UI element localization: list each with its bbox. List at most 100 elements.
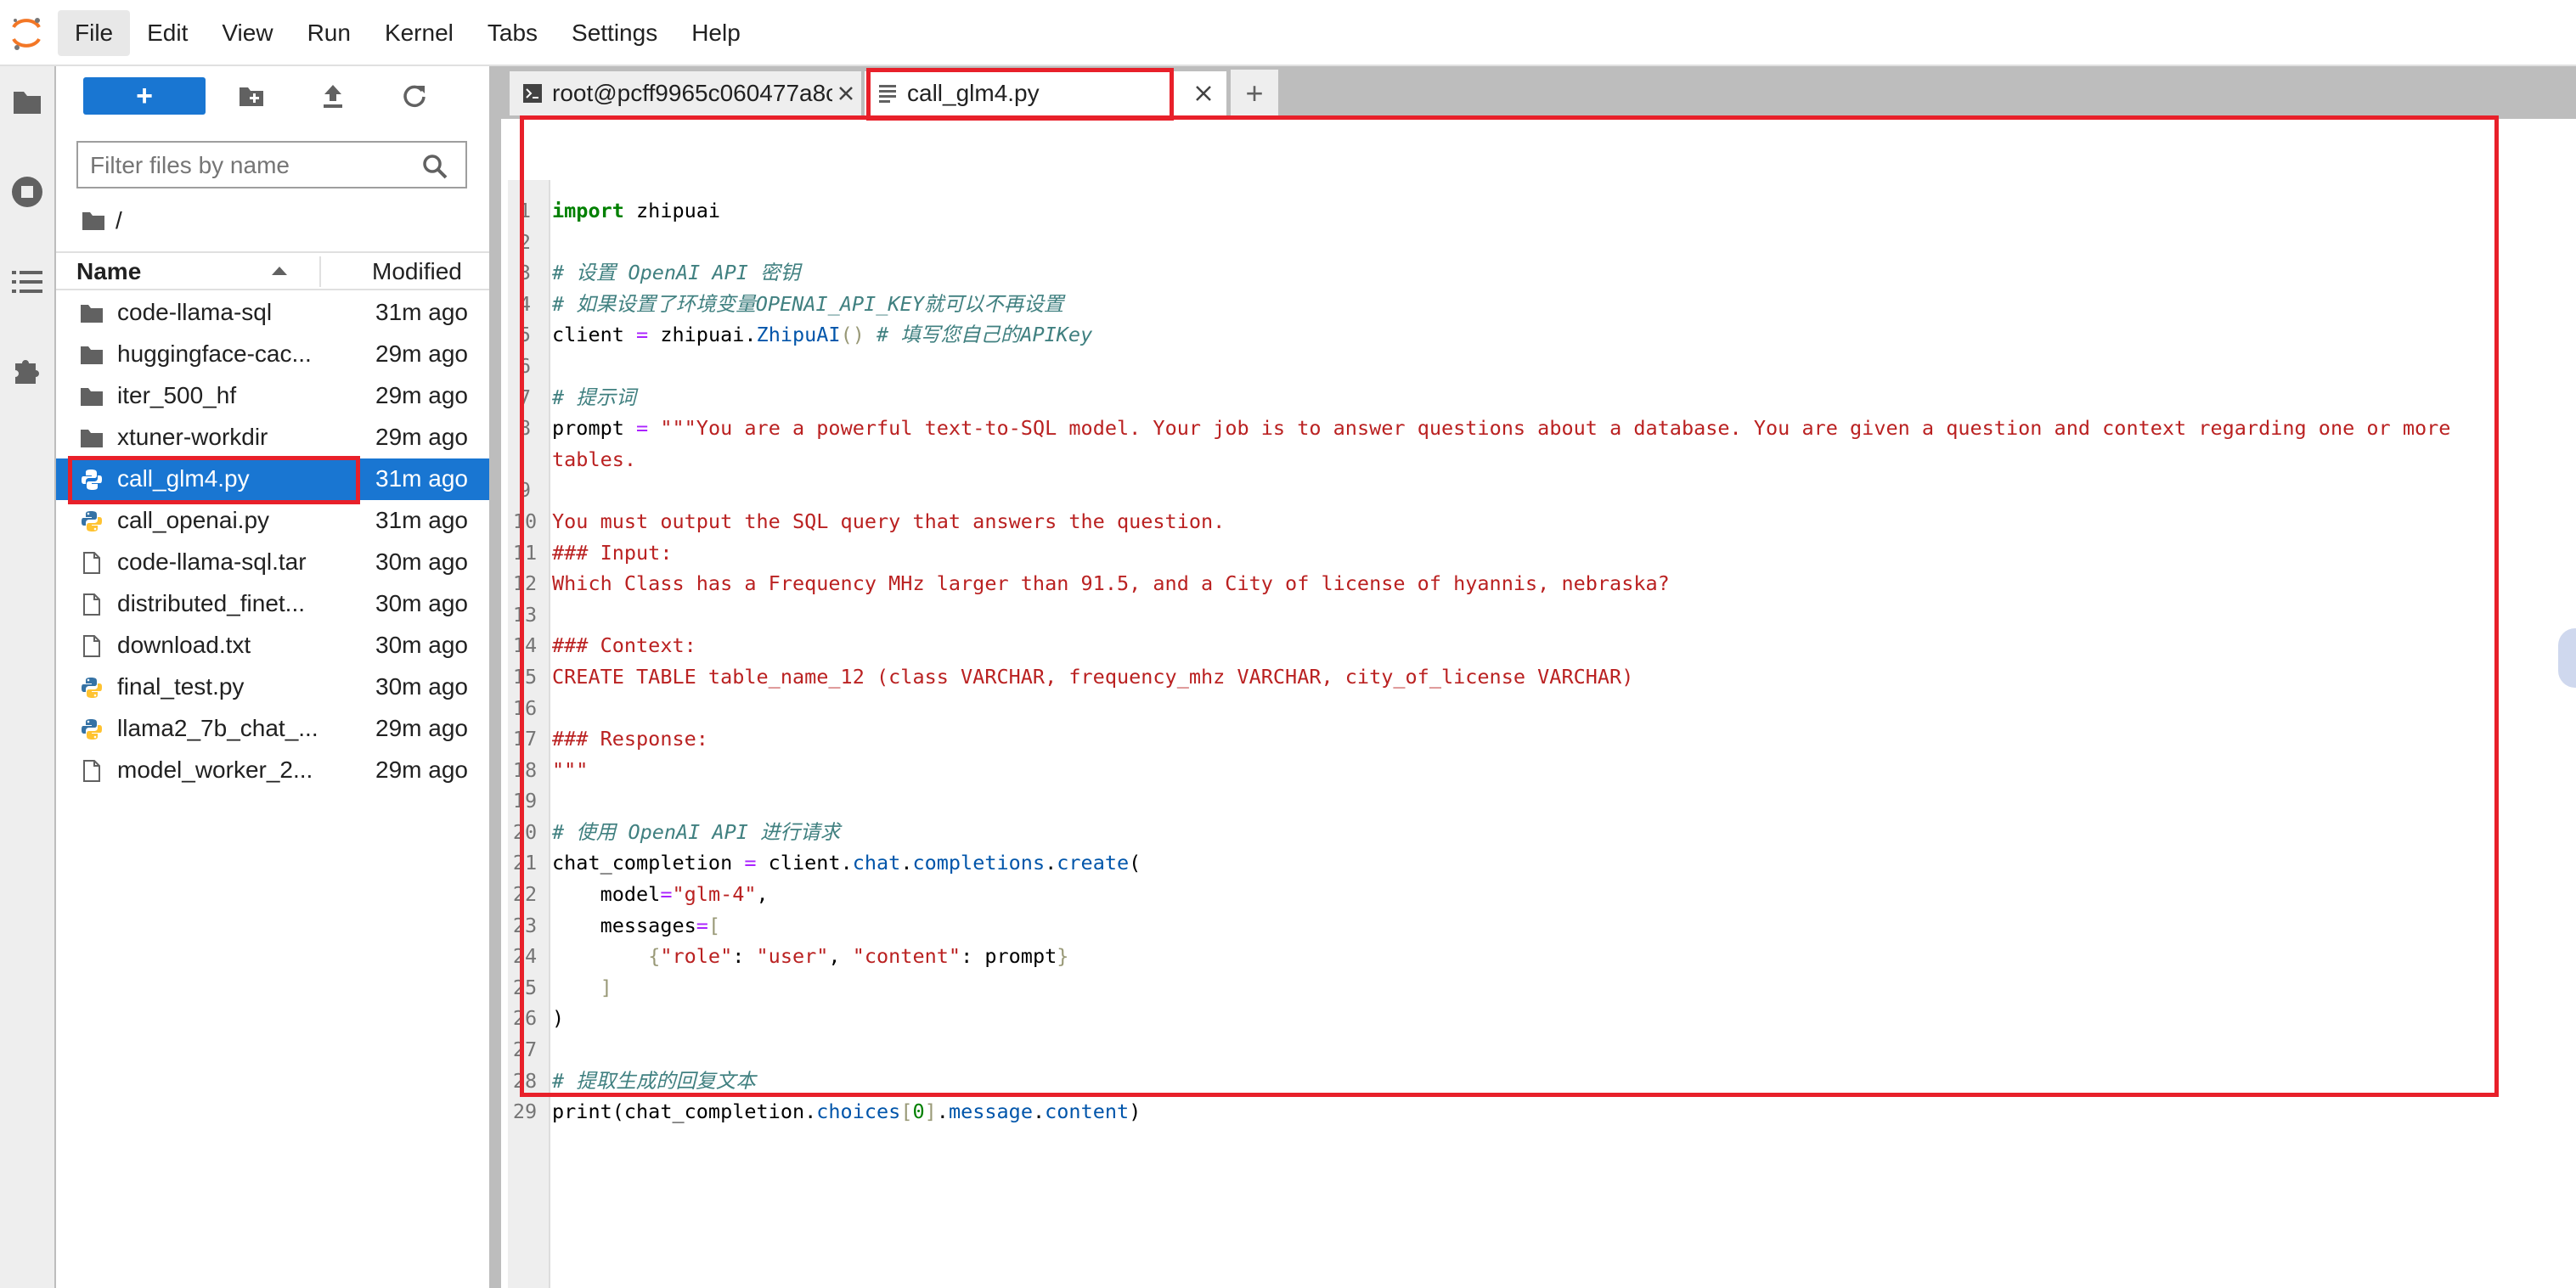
code-token: ,	[828, 944, 853, 969]
code-line: 11 ### Input:	[501, 537, 2573, 569]
menu-edit[interactable]: Edit	[130, 10, 205, 56]
refresh-button[interactable]	[399, 81, 430, 111]
upload-button[interactable]	[318, 81, 348, 111]
file-name: code-llama-sql.tar	[117, 548, 307, 575]
line-number: 26	[512, 1006, 538, 1031]
code-token: ### Context:	[552, 633, 696, 658]
code-text: {"role": "user", "content": prompt}	[552, 941, 1068, 972]
new-launcher-button[interactable]: +	[83, 77, 206, 115]
code-token: "glm-4"	[672, 882, 757, 907]
code-token: tables.	[552, 447, 637, 471]
file-row[interactable]: huggingface-cac... 29m ago	[56, 334, 489, 375]
code-line: 5 client = zhipuai.ZhipuAI() # 填写您自己的APIK…	[501, 319, 2573, 351]
running-stop-icon[interactable]	[8, 173, 46, 211]
file-row[interactable]: code-llama-sql.tar 30m ago	[56, 542, 489, 583]
line-number: 15	[512, 664, 538, 689]
extension-puzzle-icon[interactable]	[8, 352, 46, 389]
code-token: # 填写您自己的APIKey	[877, 323, 1093, 347]
table-of-contents-icon[interactable]	[8, 263, 46, 301]
code-token: .	[936, 1100, 949, 1124]
file-name: model_worker_2...	[117, 756, 313, 783]
file-modified: 29m ago	[375, 424, 468, 450]
menu-kernel[interactable]: Kernel	[368, 10, 471, 56]
line-number: 7	[518, 385, 532, 409]
column-divider[interactable]	[319, 256, 321, 287]
code-token: # 设置 OpenAI API 密钥	[552, 261, 801, 285]
line-number: 24	[512, 944, 538, 969]
new-tab-button[interactable]: +	[1231, 70, 1278, 117]
code-token: Which Class has a Frequency MHz larger t…	[552, 571, 1670, 596]
code-text: chat_completion = client.chat.completion…	[552, 847, 1141, 879]
line-number: 9	[518, 478, 532, 503]
breadcrumb-root[interactable]: /	[116, 207, 122, 234]
file-row[interactable]: model_worker_2... 29m ago	[56, 750, 489, 791]
code-line: 19	[501, 785, 2573, 817]
code-line: 20 # 使用 OpenAI API 进行请求	[501, 817, 2573, 848]
code-text: # 提示词	[552, 382, 636, 413]
code-line: 1 import zhipuai	[501, 195, 2573, 227]
file-row[interactable]: llama2_7b_chat_... 29m ago	[56, 708, 489, 750]
file-row[interactable]: download.txt 30m ago	[56, 625, 489, 666]
file-modified: 30m ago	[375, 673, 468, 700]
tab-terminal[interactable]: root@pcff9965c060477a8c	[508, 70, 863, 117]
code-token: ### Response:	[552, 727, 708, 751]
filter-files-input[interactable]	[90, 149, 413, 182]
python-file-icon	[80, 717, 104, 741]
code-editor[interactable]: 1 import zhipuai 2 3 # 设置 OpenAI API 密钥 4 # 如果…	[501, 117, 2576, 1288]
code-token: =	[636, 416, 649, 441]
new-folder-button[interactable]	[236, 81, 267, 111]
menu-tabs[interactable]: Tabs	[471, 10, 555, 56]
file-name: download.txt	[117, 632, 251, 658]
panel-splitter[interactable]	[489, 66, 501, 1288]
code-text: prompt = """You are a powerful text-to-S…	[552, 413, 2450, 444]
menu-help[interactable]: Help	[674, 10, 758, 56]
close-icon[interactable]	[837, 85, 854, 102]
python-file-icon	[80, 468, 104, 492]
code-text: model="glm-4",	[552, 879, 769, 910]
code-token: =	[744, 851, 757, 875]
menu-items: File Edit View Run Kernel Tabs Settings Help	[58, 10, 758, 56]
menu-settings[interactable]: Settings	[555, 10, 674, 56]
close-icon[interactable]	[1194, 84, 1213, 103]
file-row[interactable]: call_glm4.py 31m ago	[56, 458, 489, 500]
menu-run[interactable]: Run	[290, 10, 368, 56]
file-row[interactable]: iter_500_hf 29m ago	[56, 375, 489, 417]
floating-helper-button[interactable]	[2558, 628, 2576, 688]
file-row[interactable]: code-llama-sql 31m ago	[56, 292, 489, 334]
folder-icon	[80, 343, 104, 367]
menu-view[interactable]: View	[205, 10, 290, 56]
file-row[interactable]: final_test.py 30m ago	[56, 666, 489, 708]
search-icon	[423, 155, 448, 179]
modified-column-header[interactable]: Modified	[372, 256, 462, 287]
file-modified: 31m ago	[375, 299, 468, 325]
code-token: [	[707, 913, 721, 937]
code-token: =	[696, 913, 708, 937]
python-file-icon	[80, 676, 104, 700]
tab-call-glm4[interactable]: call_glm4.py	[863, 70, 1228, 117]
code-line: 23 messages=[	[501, 910, 2573, 942]
line-number: 12	[512, 571, 538, 596]
name-column-header[interactable]: Name	[76, 256, 141, 287]
code-token: prompt	[552, 416, 637, 441]
folder-icon[interactable]	[8, 83, 46, 121]
folder-icon[interactable]	[82, 211, 105, 231]
line-number: 19	[512, 789, 538, 813]
menu-file[interactable]: File	[58, 10, 131, 56]
jupyter-logo-icon[interactable]	[8, 15, 44, 51]
file-row[interactable]: xtuner-workdir 29m ago	[56, 417, 489, 458]
code-token: completions	[912, 851, 1046, 875]
line-number: 22	[512, 882, 538, 907]
file-name: final_test.py	[117, 673, 245, 700]
code-token: :	[732, 944, 757, 969]
file-row[interactable]: call_openai.py 31m ago	[56, 500, 489, 542]
code-line: 24 {"role": "user", "content": prompt}	[501, 941, 2573, 972]
code-token: }	[1057, 944, 1069, 969]
code-token: =	[636, 323, 649, 347]
code-line: 29 print(chat_completion.choices[0].messa…	[501, 1096, 2573, 1128]
line-number: 5	[518, 323, 532, 347]
file-row[interactable]: distributed_finet... 30m ago	[56, 583, 489, 625]
code-token: .	[1032, 1100, 1046, 1124]
code-content[interactable]: 1 import zhipuai 2 3 # 设置 OpenAI API 密钥 4 # 如果…	[501, 195, 2573, 1128]
